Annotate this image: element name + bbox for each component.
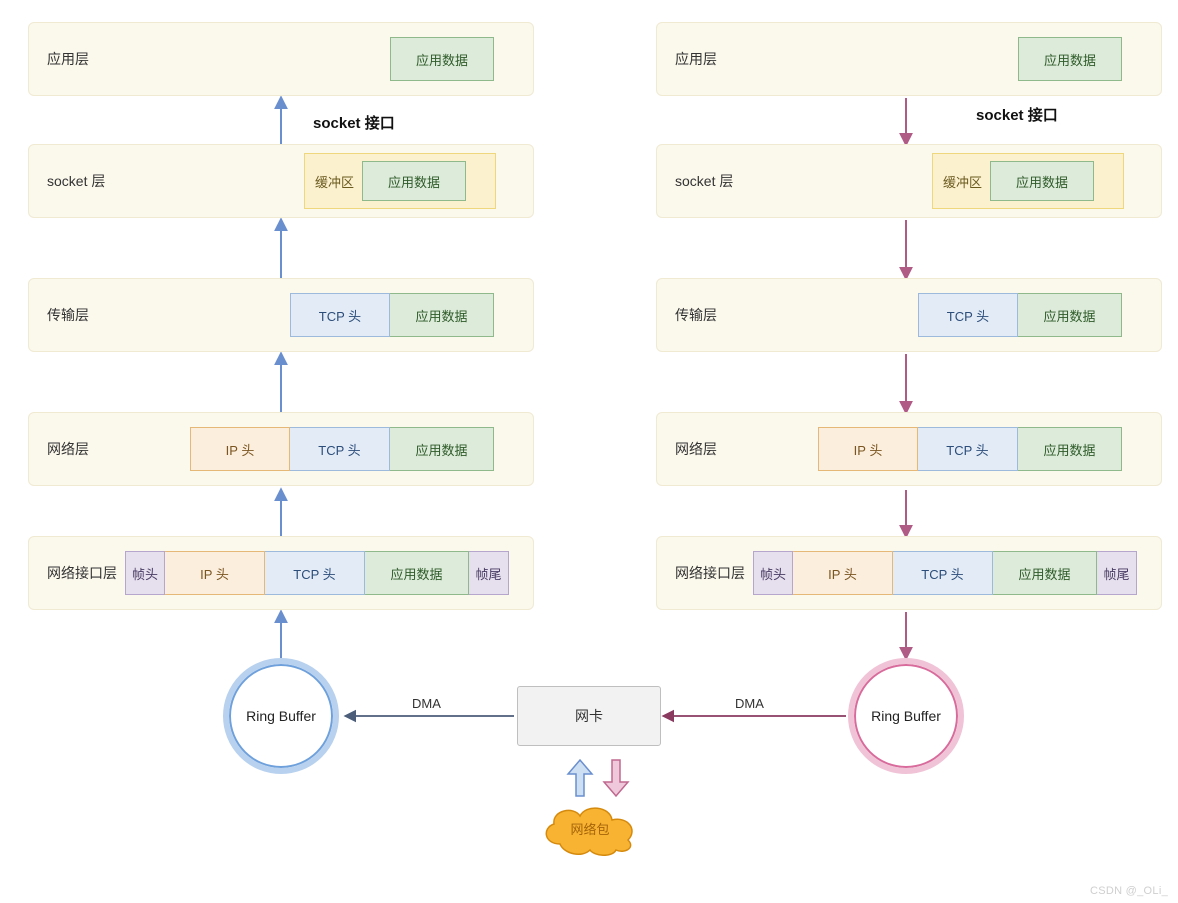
segment-app-data: 应用数据 bbox=[390, 293, 494, 337]
segment-app-data: 应用数据 bbox=[993, 551, 1097, 595]
right-ring-buffer: Ring Buffer bbox=[848, 658, 964, 774]
packet-cloud: 网络包 bbox=[536, 800, 644, 856]
right-socket-interface-label: socket 接口 bbox=[976, 104, 1058, 125]
segment-app-data: 应用数据 bbox=[362, 161, 466, 201]
segment-tcp-header: TCP 头 bbox=[290, 427, 390, 471]
segment-tcp-header: TCP 头 bbox=[918, 427, 1018, 471]
right-dma-label: DMA bbox=[735, 696, 764, 711]
watermark: CSDN @_OLi_ bbox=[1090, 885, 1168, 897]
segment-app-data: 应用数据 bbox=[390, 427, 494, 471]
left-link-segments: 帧头 IP 头 TCP 头 应用数据 帧尾 bbox=[125, 551, 509, 595]
layer-label: socket 层 bbox=[657, 171, 767, 191]
segment-ip-header: IP 头 bbox=[165, 551, 265, 595]
segment-tcp-header: TCP 头 bbox=[265, 551, 365, 595]
left-dma-label: DMA bbox=[412, 696, 441, 711]
segment-frame-tail: 帧尾 bbox=[469, 551, 509, 595]
packet-cloud-label: 网络包 bbox=[570, 819, 609, 838]
ring-buffer-label: Ring Buffer bbox=[246, 708, 316, 724]
layer-label: 应用层 bbox=[29, 49, 139, 69]
segment-app-data: 应用数据 bbox=[1018, 293, 1122, 337]
buffer-label: 缓冲区 bbox=[943, 172, 982, 191]
buffer-label: 缓冲区 bbox=[315, 172, 354, 191]
left-app-segments: 应用数据 bbox=[390, 37, 494, 81]
nic-label: 网卡 bbox=[575, 706, 603, 726]
segment-ip-header: IP 头 bbox=[190, 427, 290, 471]
segment-frame-header: 帧头 bbox=[125, 551, 165, 595]
left-socket-interface-label: socket 接口 bbox=[313, 112, 395, 133]
left-transport-segments: TCP 头 应用数据 bbox=[290, 293, 494, 337]
segment-app-data: 应用数据 bbox=[1018, 37, 1122, 81]
segment-frame-header: 帧头 bbox=[753, 551, 793, 595]
right-app-segments: 应用数据 bbox=[1018, 37, 1122, 81]
layer-label: 传输层 bbox=[657, 305, 767, 325]
left-ring-buffer: Ring Buffer bbox=[223, 658, 339, 774]
layer-label: 网络接口层 bbox=[29, 563, 124, 583]
segment-ip-header: IP 头 bbox=[818, 427, 918, 471]
segment-tcp-header: TCP 头 bbox=[290, 293, 390, 337]
segment-frame-tail: 帧尾 bbox=[1097, 551, 1137, 595]
nic-box: 网卡 bbox=[517, 686, 661, 746]
layer-label: 网络层 bbox=[657, 439, 767, 459]
segment-tcp-header: TCP 头 bbox=[893, 551, 993, 595]
layer-label: 网络接口层 bbox=[657, 563, 752, 583]
segment-app-data: 应用数据 bbox=[990, 161, 1094, 201]
segment-ip-header: IP 头 bbox=[793, 551, 893, 595]
left-buffer: 缓冲区 应用数据 bbox=[304, 153, 496, 209]
ring-buffer-label: Ring Buffer bbox=[871, 708, 941, 724]
segment-app-data: 应用数据 bbox=[390, 37, 494, 81]
left-network-segments: IP 头 TCP 头 应用数据 bbox=[190, 427, 494, 471]
right-transport-segments: TCP 头 应用数据 bbox=[918, 293, 1122, 337]
segment-app-data: 应用数据 bbox=[1018, 427, 1122, 471]
layer-label: 传输层 bbox=[29, 305, 139, 325]
layer-label: socket 层 bbox=[29, 171, 139, 191]
right-network-segments: IP 头 TCP 头 应用数据 bbox=[818, 427, 1122, 471]
right-link-segments: 帧头 IP 头 TCP 头 应用数据 帧尾 bbox=[753, 551, 1137, 595]
right-buffer: 缓冲区 应用数据 bbox=[932, 153, 1124, 209]
layer-label: 网络层 bbox=[29, 439, 139, 459]
segment-app-data: 应用数据 bbox=[365, 551, 469, 595]
segment-tcp-header: TCP 头 bbox=[918, 293, 1018, 337]
diagram-stage: 应用层 应用数据 socket 接口 socket 层 缓冲区 应用数据 传输层… bbox=[0, 0, 1178, 903]
layer-label: 应用层 bbox=[657, 49, 767, 69]
